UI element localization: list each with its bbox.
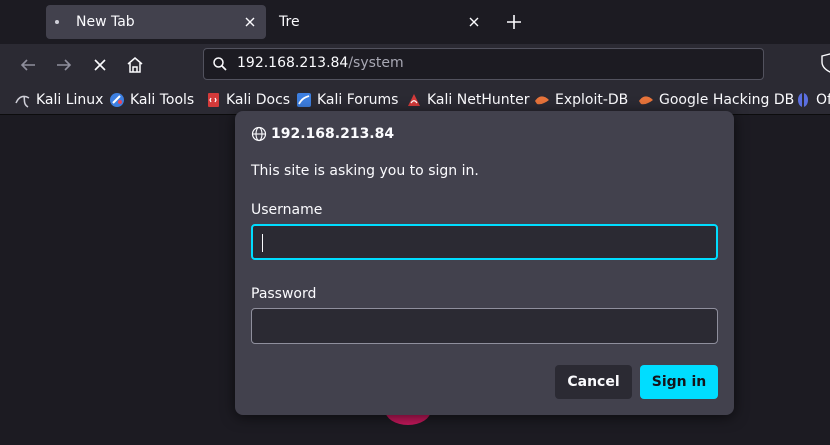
tab-new-tab[interactable]: New Tab <box>46 5 266 39</box>
stop-loading-icon[interactable] <box>88 53 112 77</box>
navigation-toolbar: 192.168.213.84/system <box>0 44 830 86</box>
tab-tre[interactable]: Tre <box>268 5 490 39</box>
new-tab-plus-icon[interactable] <box>502 10 526 34</box>
tab-title: Tre <box>279 14 300 30</box>
bookmark-offsec[interactable]: Of <box>795 90 830 110</box>
bookmark-label: Google Hacking DB <box>659 92 795 108</box>
kali-dragon-icon <box>15 95 30 108</box>
tab-title: New Tab <box>76 14 135 30</box>
back-arrow-icon[interactable] <box>16 53 40 77</box>
ghdb-icon <box>639 96 653 105</box>
bookmark-kali-forums[interactable]: Kali Forums <box>296 90 398 110</box>
close-icon[interactable] <box>242 14 258 30</box>
url-path: /system <box>348 55 404 71</box>
home-icon[interactable] <box>123 53 147 77</box>
tab-loading-dot <box>55 20 59 24</box>
offsec-icon <box>798 93 808 107</box>
dialog-host: 192.168.213.84 <box>271 126 395 142</box>
cancel-button[interactable]: Cancel <box>555 365 632 399</box>
dialog-message: This site is asking you to sign in. <box>251 163 479 179</box>
text-caret <box>262 234 263 252</box>
bookmark-label: Exploit-DB <box>555 92 629 108</box>
bookmark-kali-tools[interactable]: Kali Tools <box>109 90 194 110</box>
bookmark-label: Kali Linux <box>36 92 104 108</box>
bookmark-label: Kali Tools <box>130 92 195 108</box>
search-icon <box>213 57 227 71</box>
url-text[interactable]: 192.168.213.84/system <box>237 55 404 71</box>
exploit-db-icon <box>535 96 549 105</box>
kali-tools-icon <box>110 93 124 107</box>
bookmark-label: Kali Docs <box>226 92 291 108</box>
bookmark-kali-linux[interactable]: Kali Linux <box>15 90 103 110</box>
close-icon[interactable] <box>466 14 482 30</box>
bookmark-exploit-db[interactable]: Exploit-DB <box>534 90 628 110</box>
username-label: Username <box>251 202 323 218</box>
kali-forums-icon <box>297 93 311 107</box>
sign-in-button[interactable]: Sign in <box>640 365 718 399</box>
username-field[interactable] <box>251 224 718 260</box>
url-bar[interactable]: 192.168.213.84/system <box>203 48 764 80</box>
password-label: Password <box>251 286 317 302</box>
url-host: 192.168.213.84 <box>237 55 349 71</box>
dialog-header: 192.168.213.84 <box>251 126 394 142</box>
shield-icon[interactable] <box>820 53 830 73</box>
bookmark-label: Kali NetHunter <box>427 92 530 108</box>
nethunter-icon <box>408 94 420 106</box>
forward-arrow-icon[interactable] <box>52 53 76 77</box>
tab-strip: New Tab Tre <box>0 0 830 44</box>
globe-icon <box>251 126 267 142</box>
password-field[interactable] <box>251 308 718 344</box>
kali-docs-icon <box>208 93 219 107</box>
bookmark-label: Kali Forums <box>317 92 399 108</box>
bookmark-google-hacking-db[interactable]: Google Hacking DB <box>638 90 794 110</box>
bookmark-label: Of <box>816 92 830 108</box>
bookmark-kali-docs[interactable]: Kali Docs <box>205 90 290 110</box>
bookmark-kali-nethunter[interactable]: Kali NetHunter <box>406 90 529 110</box>
auth-dialog: 192.168.213.84 This site is asking you t… <box>235 111 734 415</box>
